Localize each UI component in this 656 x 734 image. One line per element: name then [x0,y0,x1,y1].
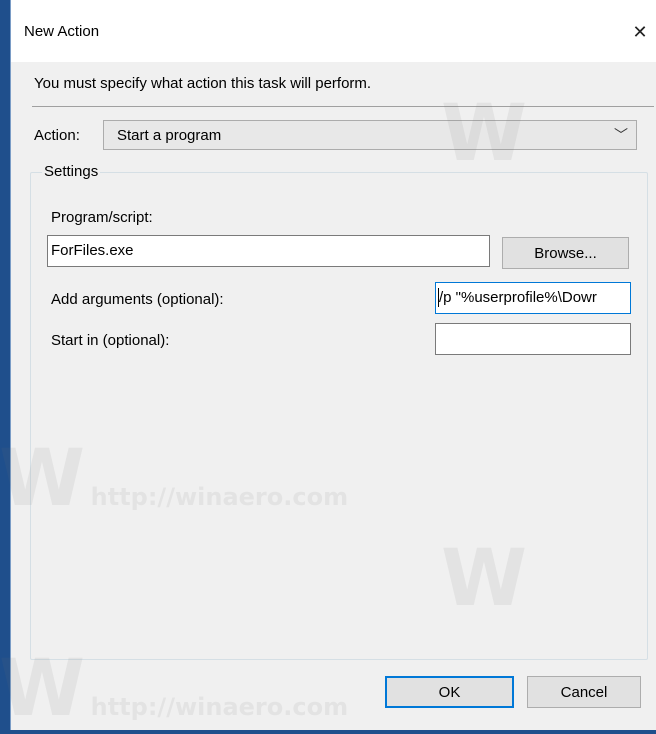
cancel-button[interactable]: Cancel [527,676,641,708]
separator [32,106,654,107]
program-script-input[interactable]: ForFiles.exe [47,235,490,267]
chevron-down-icon: ﹀ [614,127,628,143]
add-arguments-value: /p "%userprofile%\Dowr [439,289,597,306]
watermark-url: http://winaero.com [90,693,349,721]
action-dropdown[interactable]: Start a program ﹀ [103,120,637,150]
browse-button-label: Browse... [534,244,597,262]
add-arguments-input[interactable]: /p "%userprofile%\Dowr [435,282,631,314]
add-arguments-label: Add arguments (optional): [51,291,224,308]
action-selected-value: Start a program [117,127,222,144]
settings-legend: Settings [42,163,101,180]
title-bar: New Action ✕ [11,0,656,62]
ok-button-label: OK [438,683,461,701]
program-script-value: ForFiles.exe [51,242,134,259]
ok-button[interactable]: OK [385,676,514,708]
program-script-label: Program/script: [51,209,153,226]
browse-button[interactable]: Browse... [502,237,629,269]
start-in-label: Start in (optional): [51,332,170,349]
action-label: Action: [34,127,80,144]
dialog-title: New Action [24,23,100,40]
new-action-dialog: New Action ✕ You must specify what actio… [0,0,656,730]
cancel-button-label: Cancel [560,683,608,701]
close-button[interactable]: ✕ [623,14,656,50]
dialog-description: You must specify what action this task w… [34,75,372,92]
start-in-input[interactable] [435,323,631,355]
winaero-watermark: W http://winaero.com [0,650,348,728]
close-icon: ✕ [632,21,648,42]
